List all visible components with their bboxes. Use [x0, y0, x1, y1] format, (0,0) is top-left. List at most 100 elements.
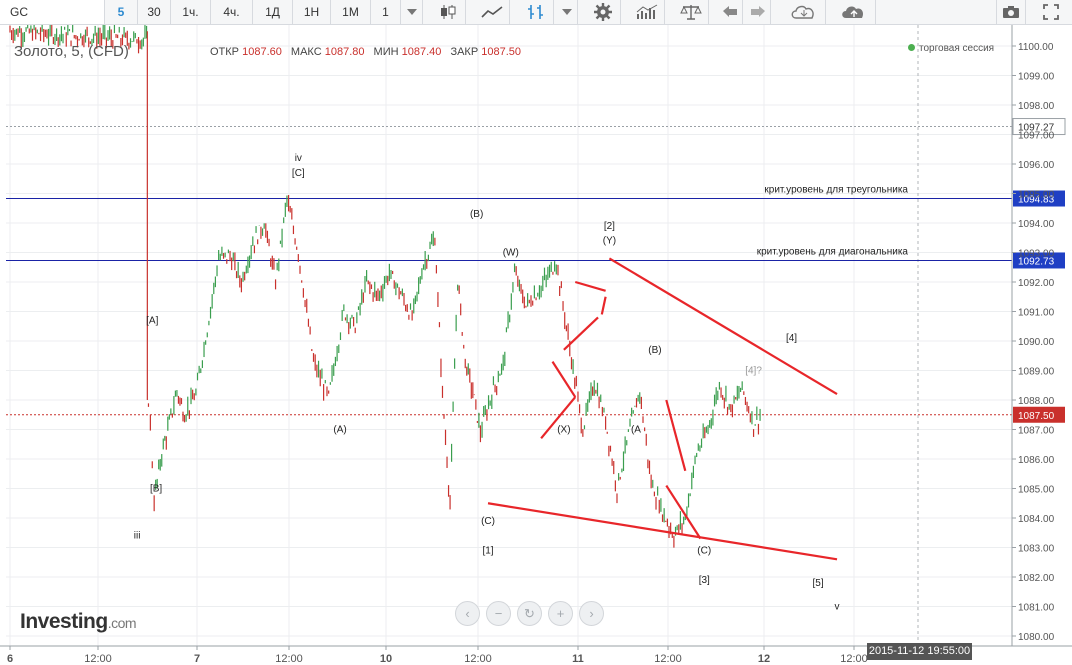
y-tick-label: 1089.00: [1018, 367, 1055, 378]
settings-gear-icon[interactable]: [585, 0, 621, 24]
scroll-right-button[interactable]: ›: [579, 601, 604, 626]
high-label: МАКС: [290, 46, 322, 58]
crosshair-time-badge: 2015-11-12 19:55:00: [867, 643, 972, 660]
zoom-out-button[interactable]: −: [486, 601, 511, 626]
wave-label: [A]: [146, 315, 158, 326]
x-tick-label: 7: [194, 653, 200, 665]
x-tick-label: 12:00: [840, 653, 868, 665]
interval-1w-button[interactable]: 1Н: [293, 0, 331, 24]
undo-icon[interactable]: [717, 0, 743, 24]
price-chart[interactable]: 1097.271094.83крит.уровень для треугольн…: [0, 25, 1072, 665]
wave-label: (C): [481, 516, 495, 527]
multiplier-field[interactable]: 1: [371, 0, 401, 24]
candlestick-icon[interactable]: [430, 0, 466, 24]
high-value: 1087.80: [324, 46, 365, 58]
close-label: ЗАКР: [450, 46, 479, 58]
y-tick-label: 1091.00: [1018, 308, 1055, 319]
wave-label: [4]?: [745, 365, 762, 376]
wave-label: [4]: [786, 333, 797, 344]
x-tick-label: 11: [572, 653, 584, 665]
wave-label: (B): [648, 345, 661, 356]
y-tick-label: 1095.00: [1018, 190, 1055, 201]
pattern-line: [487, 502, 838, 561]
session-label: торговая сессия: [919, 43, 995, 54]
y-tick-label: 1081.00: [1018, 603, 1055, 614]
y-tick-label: 1086.00: [1018, 455, 1055, 466]
session-status-icon: [908, 44, 915, 51]
zoom-in-button[interactable]: +: [548, 601, 573, 626]
symbol-field[interactable]: GC: [0, 0, 105, 24]
wave-label: v: [835, 601, 840, 612]
close-value: 1087.50: [481, 46, 522, 58]
y-tick-label: 1080.00: [1018, 632, 1055, 643]
y-tick-label: 1087.00: [1018, 426, 1055, 437]
area-icon[interactable]: [474, 0, 510, 24]
wave-label: (Y): [603, 236, 616, 247]
wave-label: [2]: [604, 221, 615, 232]
wave-label: iii: [134, 531, 141, 542]
y-tick-label: 1096.00: [1018, 160, 1055, 171]
indicators-icon[interactable]: [629, 0, 665, 24]
chart-toolbar: GC 5 30 1ч. 4ч. 1Д 1Н 1М 1: [0, 0, 1072, 25]
x-tick-label: 12:00: [275, 653, 303, 665]
logo-domain: .com: [107, 615, 137, 631]
wave-label: (A: [631, 424, 641, 435]
level-caption: крит.уровень для треугольника: [764, 185, 908, 196]
ohlc-legend: ОТКР 1087.60 МАКС 1087.80 МИН 1087.40 ЗА…: [210, 46, 527, 58]
pattern-line: [608, 257, 838, 396]
chart-title: Золото, 5, (CFD): [14, 43, 129, 60]
cloud-load-icon[interactable]: [782, 0, 826, 24]
y-tick-label: 1092.00: [1018, 278, 1055, 289]
investing-logo: Investing.com: [20, 610, 137, 634]
camera-icon[interactable]: [996, 0, 1026, 24]
wave-label: [B]: [150, 483, 162, 494]
fullscreen-icon[interactable]: [1036, 0, 1066, 24]
y-tick-label: 1084.00: [1018, 514, 1055, 525]
y-tick-label: 1083.00: [1018, 544, 1055, 555]
x-tick-label: 12:00: [84, 653, 112, 665]
chart-type-dropdown-icon[interactable]: [556, 0, 578, 24]
wave-label: [5]: [813, 578, 824, 589]
price-series: [9, 25, 761, 548]
session-indicator: торговая сессия: [908, 43, 994, 54]
x-tick-label: 12:00: [464, 653, 492, 665]
y-tick-label: 1093.00: [1018, 249, 1055, 260]
y-tick-label: 1100.00: [1018, 42, 1054, 53]
wave-label: [3]: [699, 575, 710, 586]
interval-1h-button[interactable]: 1ч.: [171, 0, 211, 24]
interval-5-button[interactable]: 5: [105, 0, 138, 24]
scales-icon[interactable]: [673, 0, 709, 24]
interval-4h-button[interactable]: 4ч.: [211, 0, 253, 24]
wave-label: (W): [503, 247, 519, 258]
wave-label: [C]: [292, 168, 305, 179]
multiplier-dropdown-icon[interactable]: [401, 0, 423, 24]
y-tick-label: 1088.00: [1018, 396, 1055, 407]
cloud-save-icon[interactable]: [832, 0, 876, 24]
interval-1d-button[interactable]: 1Д: [253, 0, 293, 24]
reset-button[interactable]: ↻: [517, 601, 542, 626]
y-tick-label: 1098.00: [1018, 101, 1055, 112]
wave-label: (B): [470, 209, 483, 220]
y-tick-label: 1090.00: [1018, 337, 1055, 348]
x-tick-label: 10: [380, 653, 392, 665]
interval-30-button[interactable]: 30: [138, 0, 171, 24]
wave-label: (A): [333, 424, 346, 435]
low-value: 1087.40: [401, 46, 442, 58]
wave-label: (C): [697, 545, 711, 556]
y-tick-label: 1094.00: [1018, 219, 1055, 230]
x-tick-label: 12: [758, 653, 770, 665]
interval-1m-button[interactable]: 1М: [331, 0, 371, 24]
scroll-left-button[interactable]: ‹: [455, 601, 480, 626]
redo-icon[interactable]: [745, 0, 771, 24]
open-value: 1087.60: [242, 46, 282, 58]
level-caption: крит.уровень для диагональника: [757, 246, 909, 257]
y-tick-label: 1097.00: [1018, 131, 1055, 142]
pattern-line: [665, 399, 687, 472]
x-tick-label: 12:00: [654, 653, 682, 665]
wave-label: [1]: [482, 545, 493, 556]
chart-grid: [6, 25, 1012, 646]
current-price-label: 1087.50: [1018, 411, 1055, 422]
y-tick-label: 1099.00: [1018, 72, 1055, 83]
pattern-line: [563, 316, 599, 351]
bars-icon[interactable]: [518, 0, 554, 24]
